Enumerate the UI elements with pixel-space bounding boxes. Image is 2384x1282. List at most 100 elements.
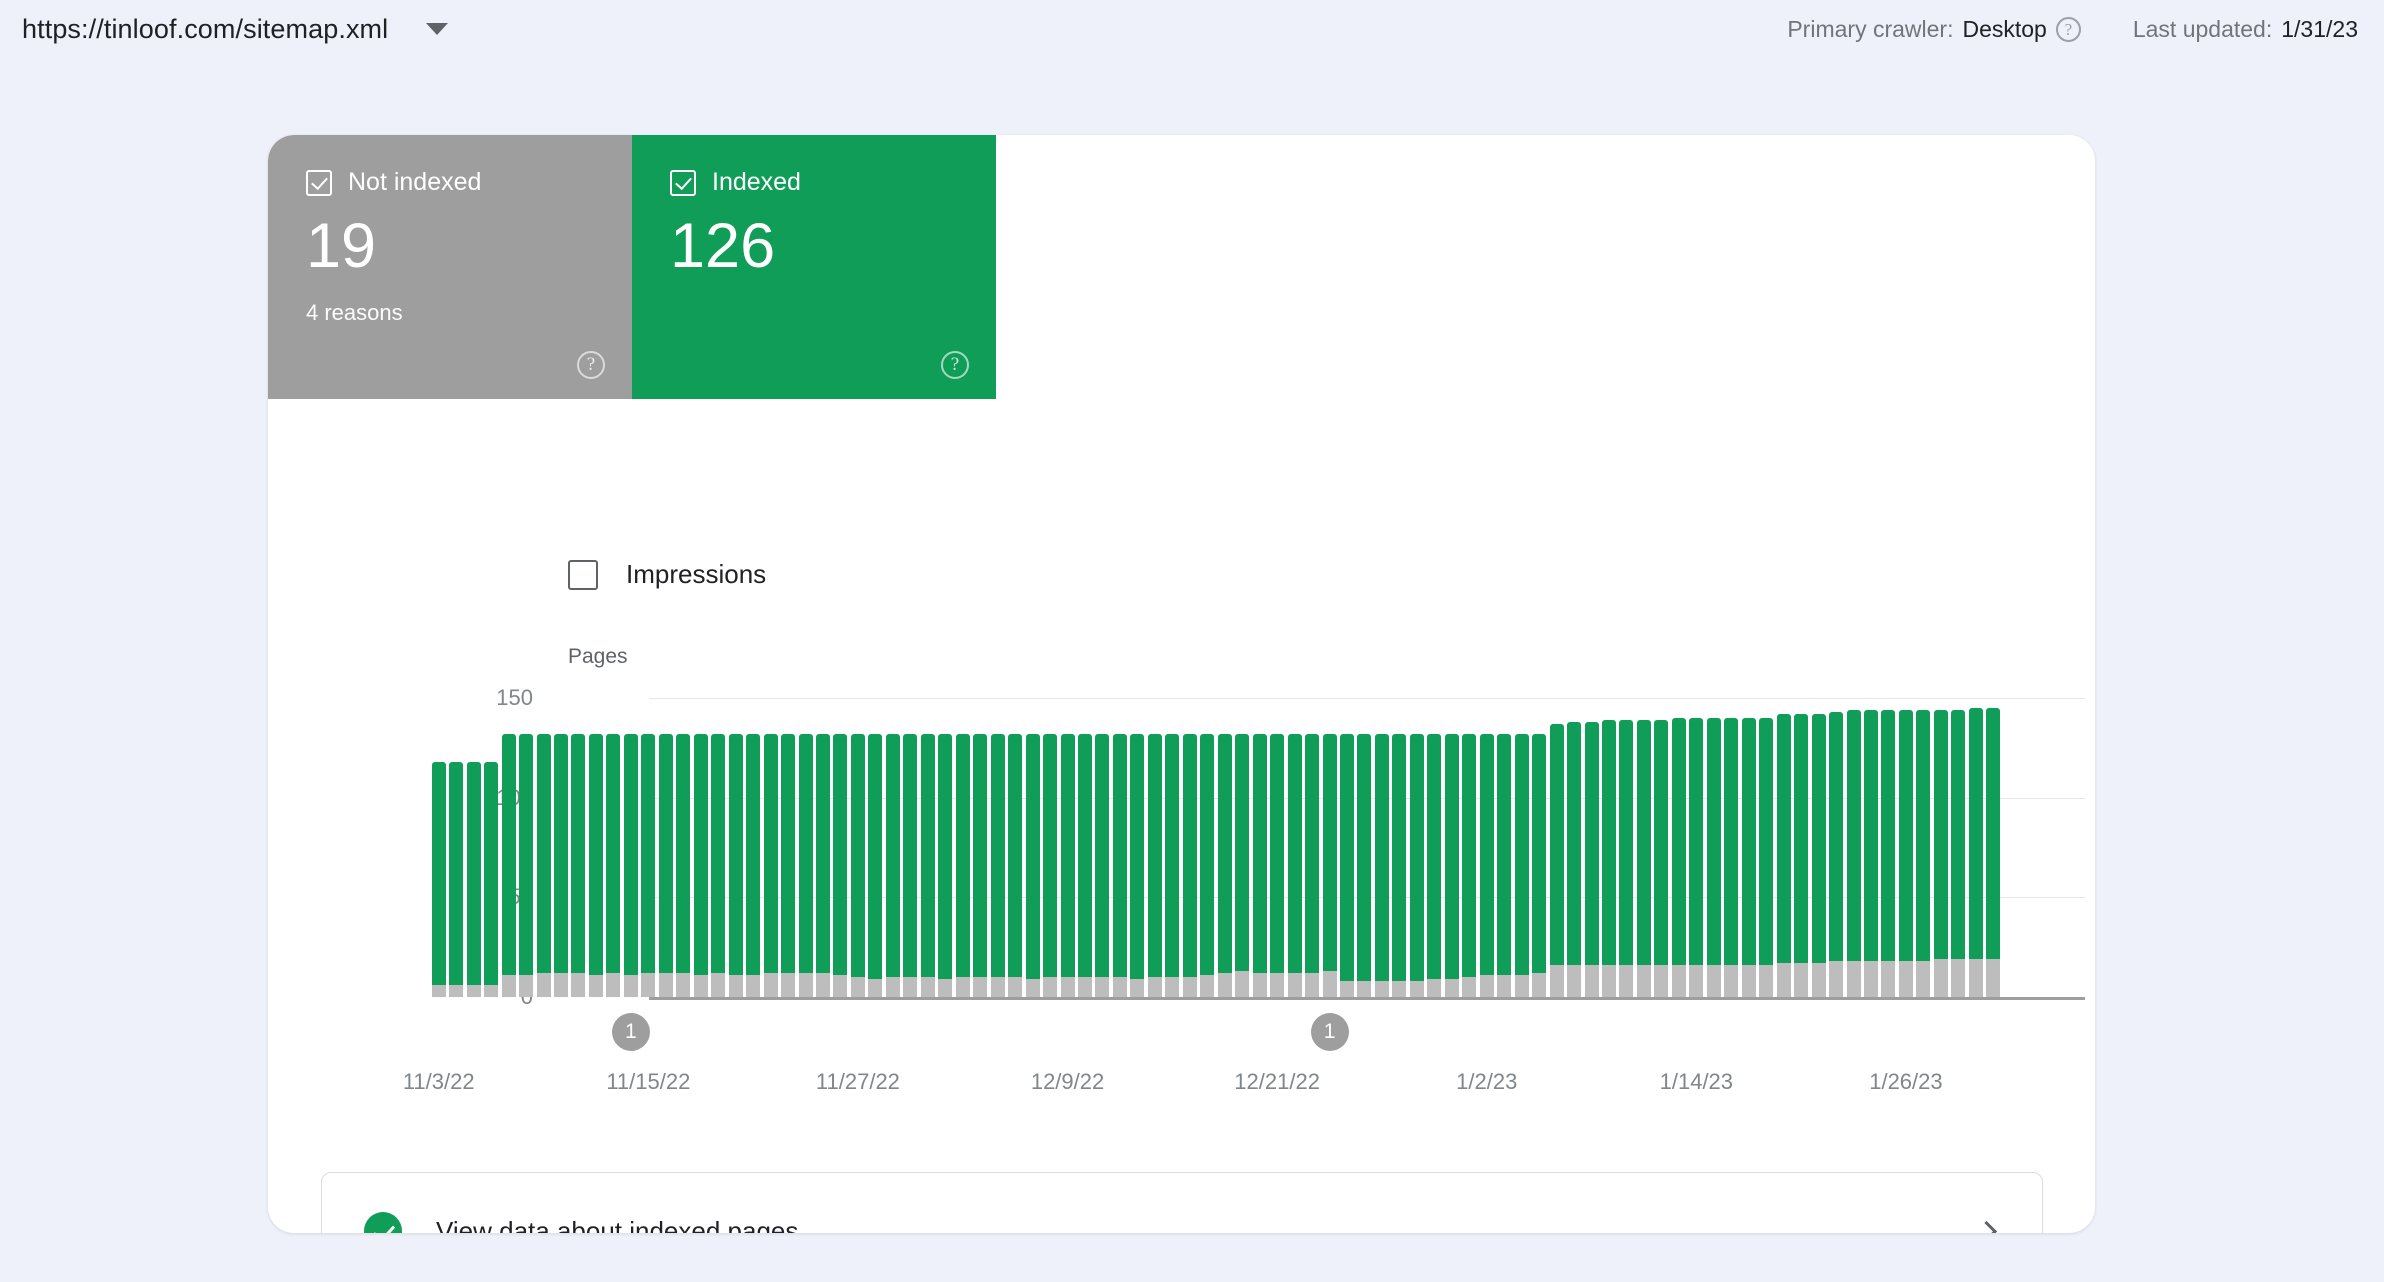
chart-bar[interactable] (991, 698, 1005, 997)
checkbox-unchecked-icon[interactable] (568, 560, 598, 590)
chart-bar[interactable] (1165, 698, 1179, 997)
chart-bar[interactable] (1881, 698, 1895, 997)
chart-bar[interactable] (1934, 698, 1948, 997)
chart-bar[interactable] (1567, 698, 1581, 997)
chart-bar[interactable] (554, 698, 568, 997)
chart-bar[interactable] (833, 698, 847, 997)
chart-bar[interactable] (764, 698, 778, 997)
status-card-indexed[interactable]: Indexed 126 ? (632, 135, 996, 399)
chart-bar[interactable] (973, 698, 987, 997)
chart-bar[interactable] (1812, 698, 1826, 997)
chart-bar[interactable] (1410, 698, 1424, 997)
chart-bar[interactable] (624, 698, 638, 997)
chart-bar[interactable] (868, 698, 882, 997)
chart-bar[interactable] (1497, 698, 1511, 997)
chart-bar[interactable] (1637, 698, 1651, 997)
chart-bar[interactable] (659, 698, 673, 997)
chart-bar[interactable] (1026, 698, 1040, 997)
chart-bar[interactable] (1672, 698, 1686, 997)
chart-bar[interactable] (1689, 698, 1703, 997)
chart-bar[interactable] (1986, 698, 2000, 997)
chart-bar[interactable] (1515, 698, 1529, 997)
chart-bar[interactable] (1392, 698, 1406, 997)
chart-bar[interactable] (1969, 698, 1983, 997)
chart-bar[interactable] (1445, 698, 1459, 997)
chart-bar[interactable] (1270, 698, 1284, 997)
help-icon[interactable]: ? (577, 351, 605, 379)
chart-bar[interactable] (589, 698, 603, 997)
help-icon[interactable]: ? (941, 351, 969, 379)
chart-bar[interactable] (1288, 698, 1302, 997)
chart-annotation-marker[interactable]: 1 (612, 1013, 650, 1051)
chart-bar[interactable] (1742, 698, 1756, 997)
chart-bar[interactable] (1200, 698, 1214, 997)
chart-bar[interactable] (1323, 698, 1337, 997)
checkbox-checked-icon[interactable] (670, 170, 696, 196)
chart-bar[interactable] (1253, 698, 1267, 997)
chart-annotation-marker[interactable]: 1 (1311, 1013, 1349, 1051)
chart-bar[interactable] (1847, 698, 1861, 997)
chart-bar[interactable] (1183, 698, 1197, 997)
status-card-not-indexed[interactable]: Not indexed 19 4 reasons ? (268, 135, 632, 399)
chart-bar[interactable] (537, 698, 551, 997)
chart-bar[interactable] (921, 698, 935, 997)
chart-bar[interactable] (851, 698, 865, 997)
impressions-toggle[interactable]: Impressions (568, 559, 766, 590)
chart-bar[interactable] (1095, 698, 1109, 997)
chart-bar[interactable] (606, 698, 620, 997)
chart-bar[interactable] (1218, 698, 1232, 997)
chart-bar[interactable] (1375, 698, 1389, 997)
chart-bar[interactable] (1130, 698, 1144, 997)
chart-bar[interactable] (746, 698, 760, 997)
chevron-right-icon[interactable] (1976, 1220, 1997, 1233)
chart-bar[interactable] (1061, 698, 1075, 997)
chart-bar[interactable] (1480, 698, 1494, 997)
chart-bar[interactable] (1462, 698, 1476, 997)
chart-bar[interactable] (1427, 698, 1441, 997)
chart-bar[interactable] (1043, 698, 1057, 997)
chart-bar[interactable] (1008, 698, 1022, 997)
chart-bar[interactable] (571, 698, 585, 997)
view-indexed-pages-link[interactable]: View data about indexed pages (321, 1172, 2043, 1233)
chart-bar[interactable] (1724, 698, 1738, 997)
chart-bar[interactable] (1777, 698, 1791, 997)
chart-bar[interactable] (1235, 698, 1249, 997)
chart-bar[interactable] (467, 698, 481, 997)
chart-bar[interactable] (1305, 698, 1319, 997)
chart-bar[interactable] (694, 698, 708, 997)
chart-bar[interactable] (1585, 698, 1599, 997)
chart-bar[interactable] (1951, 698, 1965, 997)
chart-bar[interactable] (1899, 698, 1913, 997)
chart-bar[interactable] (938, 698, 952, 997)
chart-bar[interactable] (781, 698, 795, 997)
chart-bar[interactable] (1340, 698, 1354, 997)
property-selector[interactable]: https://tinloof.com/sitemap.xml (22, 14, 448, 45)
chart-bar[interactable] (1619, 698, 1633, 997)
chart-bar[interactable] (903, 698, 917, 997)
chart-bar[interactable] (1794, 698, 1808, 997)
chart-bar[interactable] (676, 698, 690, 997)
chart-bar[interactable] (711, 698, 725, 997)
chart-bar[interactable] (956, 698, 970, 997)
chart-bar[interactable] (1759, 698, 1773, 997)
chart-bar[interactable] (729, 698, 743, 997)
chart-bar[interactable] (484, 698, 498, 997)
chart-bar[interactable] (432, 698, 446, 997)
chart-bar[interactable] (1829, 698, 1843, 997)
chart-bar[interactable] (799, 698, 813, 997)
chart-bar[interactable] (1357, 698, 1371, 997)
chart-bar[interactable] (1707, 698, 1721, 997)
chart-bar[interactable] (519, 698, 533, 997)
chart-bar[interactable] (1532, 698, 1546, 997)
chart-bar[interactable] (1654, 698, 1668, 997)
chart-bar[interactable] (886, 698, 900, 997)
chart-bar[interactable] (641, 698, 655, 997)
chart-bar[interactable] (1550, 698, 1564, 997)
checkbox-checked-icon[interactable] (306, 170, 332, 196)
chart-bar[interactable] (1078, 698, 1092, 997)
help-icon[interactable]: ? (2056, 17, 2081, 42)
chart-bar[interactable] (449, 698, 463, 997)
chart-bar[interactable] (1148, 698, 1162, 997)
chart-bar[interactable] (816, 698, 830, 997)
chevron-down-icon[interactable] (426, 23, 448, 35)
